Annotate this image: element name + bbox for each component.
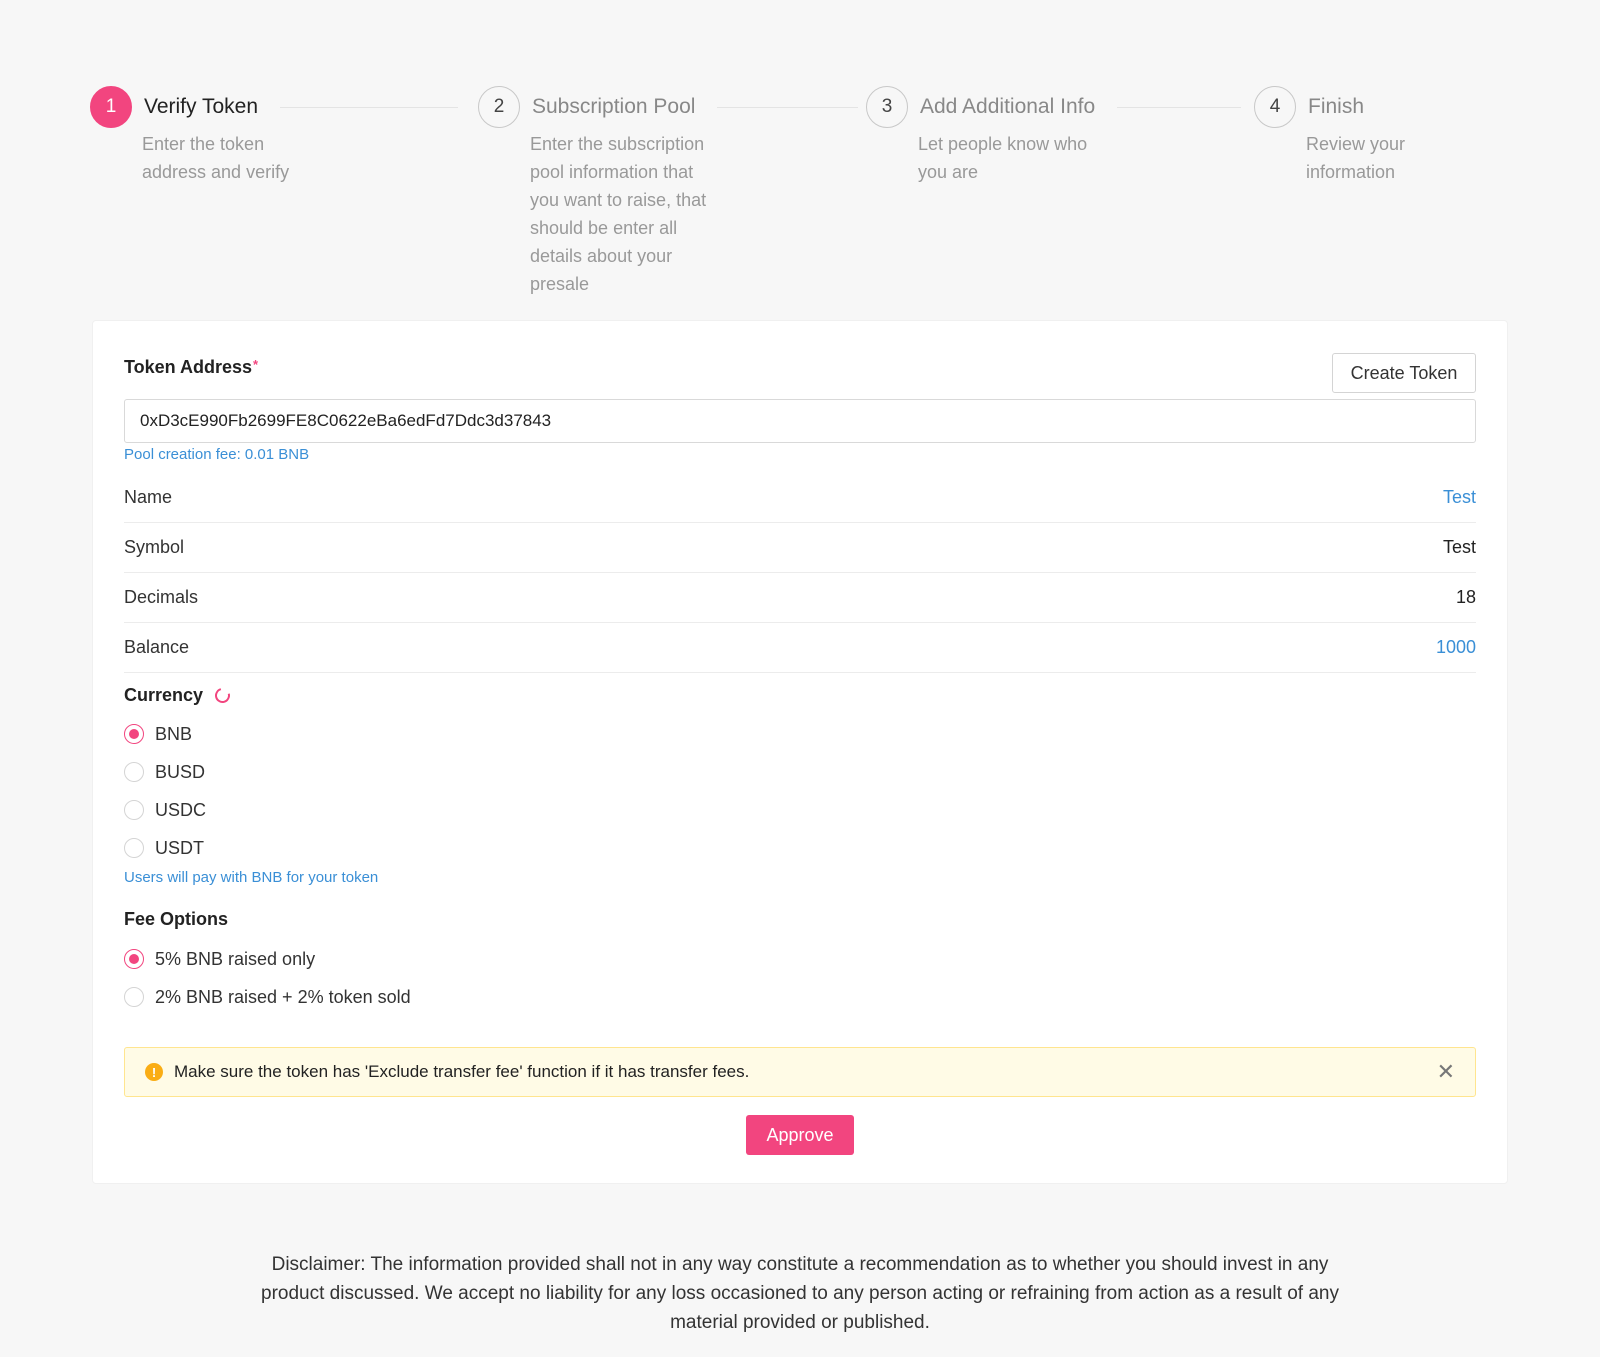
create-token-button[interactable]: Create Token <box>1332 353 1476 393</box>
step-description: Enter the subscription pool information … <box>530 134 707 294</box>
currency-option-usdt[interactable]: USDT <box>124 836 204 860</box>
token-info-row-balance: Balance 1000 <box>124 623 1476 673</box>
currency-option-bnb[interactable]: BNB <box>124 722 192 746</box>
step-title: Finish <box>1308 95 1365 118</box>
currency-hint: Users will pay with BNB for your token <box>124 869 379 886</box>
info-label: Balance <box>124 637 190 657</box>
step-title: Verify Token <box>144 95 259 118</box>
token-info-row-name: Name Test <box>124 473 1476 523</box>
radio-label: 2% BNB raised + 2% token sold <box>155 986 411 1007</box>
radio-button[interactable] <box>124 762 144 782</box>
pool-creation-fee-hint: Pool creation fee: 0.01 BNB <box>124 446 310 463</box>
steps-progress: 1 Verify Token Enter the token address a… <box>90 86 1480 306</box>
fee-option-2-plus-2-percent[interactable]: 2% BNB raised + 2% token sold <box>124 985 411 1009</box>
token-info-list: Name Test Symbol Test Decimals 18 Balanc… <box>124 473 1476 673</box>
info-value: Test <box>1442 537 1476 557</box>
radio-label: 5% BNB raised only <box>155 948 316 969</box>
step-number: 3 <box>866 86 908 128</box>
step-verify-token: 1 Verify Token Enter the token address a… <box>90 86 458 186</box>
required-mark: * <box>253 357 259 372</box>
disclaimer-text: Disclaimer: The information provided sha… <box>261 1254 1339 1333</box>
step-number: 2 <box>478 86 520 128</box>
step-number: 1 <box>90 86 132 128</box>
warning-text: Make sure the token has 'Exclude transfe… <box>174 1062 750 1081</box>
radio-label: USDC <box>155 799 207 820</box>
step-title: Subscription Pool <box>532 95 696 118</box>
info-label: Decimals <box>124 587 199 607</box>
refresh-icon[interactable] <box>212 685 233 706</box>
token-info-row-symbol: Symbol Test <box>124 523 1476 573</box>
radio-label: BNB <box>155 723 193 744</box>
info-label: Symbol <box>124 537 185 557</box>
token-address-input[interactable] <box>124 399 1476 443</box>
step-connector <box>1117 106 1242 108</box>
radio-button[interactable] <box>124 838 144 858</box>
warning-icon: ! <box>145 1063 163 1081</box>
radio-label: USDT <box>155 837 204 858</box>
transfer-fee-warning: ! Make sure the token has 'Exclude trans… <box>124 1047 1476 1097</box>
radio-button[interactable] <box>124 800 144 820</box>
info-value: 18 <box>1455 587 1476 607</box>
step-description: Let people know who you are <box>918 134 1088 182</box>
close-icon[interactable]: ✕ <box>1437 1061 1455 1083</box>
token-info-row-decimals: Decimals 18 <box>124 573 1476 623</box>
approve-button[interactable]: Approve <box>746 1115 854 1155</box>
info-value[interactable]: Test <box>1443 487 1476 508</box>
step-number: 4 <box>1254 86 1296 128</box>
verify-token-card: Token Address* Create Token Pool creatio… <box>92 320 1508 1184</box>
currency-option-usdc[interactable]: USDC <box>124 798 206 822</box>
radio-button[interactable] <box>124 724 144 744</box>
step-subscription-pool: 2 Subscription Pool Enter the subscripti… <box>478 86 858 298</box>
step-description: Review your information <box>1306 134 1406 182</box>
step-connector <box>280 106 458 108</box>
step-additional-info: 3 Add Additional Info Let people know wh… <box>866 86 1246 186</box>
info-label: Name <box>124 487 173 507</box>
step-title: Add Additional Info <box>920 95 1096 118</box>
fee-option-5-percent[interactable]: 5% BNB raised only <box>124 947 315 971</box>
step-connector <box>717 106 858 108</box>
currency-option-busd[interactable]: BUSD <box>124 760 205 784</box>
radio-label: BUSD <box>155 761 206 782</box>
step-description: Enter the token address and verify <box>142 134 290 182</box>
currency-title: Currency <box>124 685 233 706</box>
token-address-label: Token Address* <box>124 357 259 377</box>
radio-button[interactable] <box>124 949 144 969</box>
fee-options-title: Fee Options <box>124 909 229 929</box>
step-finish: 4 Finish Review your information <box>1254 86 1474 186</box>
info-value: 1000 <box>1435 637 1476 657</box>
radio-button[interactable] <box>124 987 144 1007</box>
